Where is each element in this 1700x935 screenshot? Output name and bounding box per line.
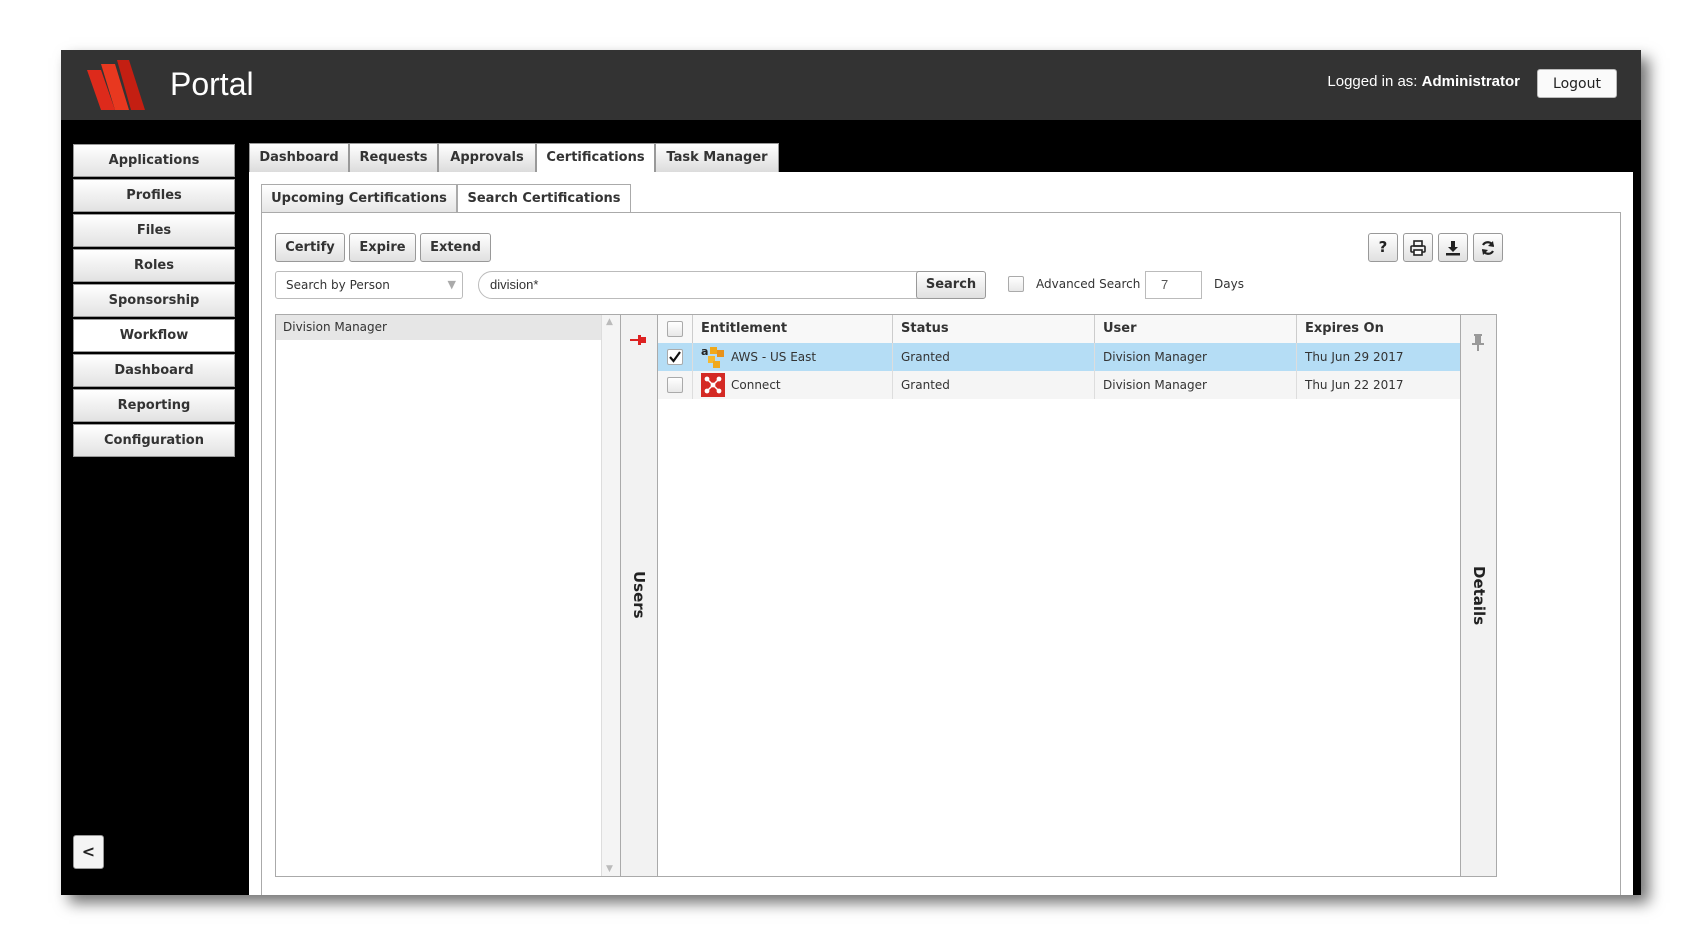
column-header-entitlement[interactable]: Entitlement xyxy=(692,315,892,343)
sidebar-item-roles[interactable]: Roles xyxy=(73,249,235,282)
download-icon[interactable] xyxy=(1438,233,1468,262)
app-window: Portal Logged in as: Administrator Logou… xyxy=(61,50,1641,895)
details-panel-title: Details xyxy=(1470,566,1488,626)
sidebar-item-sponsorship[interactable]: Sponsorship xyxy=(73,284,235,317)
aws-icon: a xyxy=(701,345,724,368)
extend-button[interactable]: Extend xyxy=(420,233,491,262)
tab-requests[interactable]: Requests xyxy=(349,143,438,172)
column-header-status[interactable]: Status xyxy=(892,315,1094,343)
sidebar-item-profiles[interactable]: Profiles xyxy=(73,179,235,212)
grid-header: Entitlement Status User Expires On xyxy=(658,315,1460,344)
main-content: Upcoming Certifications Search Certifica… xyxy=(249,172,1633,895)
connect-icon xyxy=(701,373,725,397)
advanced-search-checkbox[interactable] xyxy=(1008,276,1024,292)
check-icon xyxy=(669,351,681,363)
tab-dashboard[interactable]: Dashboard xyxy=(249,143,349,172)
sidebar-item-configuration[interactable]: Configuration xyxy=(73,424,235,457)
tab-certifications[interactable]: Certifications xyxy=(536,143,655,173)
row-checkbox[interactable] xyxy=(667,377,683,393)
details-panel-strip[interactable]: Details xyxy=(1461,314,1497,877)
chevron-down-icon: ▼ xyxy=(447,278,456,291)
days-input[interactable]: 7 xyxy=(1145,271,1202,299)
app-title: Portal xyxy=(170,66,254,102)
top-header: Portal Logged in as: Administrator Logou… xyxy=(61,50,1641,120)
refresh-glyph xyxy=(1481,240,1495,255)
tab-search-certifications[interactable]: Search Certifications xyxy=(457,184,631,213)
scroll-down-icon[interactable]: ▼ xyxy=(606,864,613,874)
row-select-cell xyxy=(658,343,692,371)
status-cell: Granted xyxy=(892,343,1094,371)
print-glyph xyxy=(1410,239,1426,256)
search-certifications-panel: Certify Expire Extend ? Search by Person… xyxy=(261,212,1621,895)
collapse-sidebar-button[interactable]: < xyxy=(73,835,104,869)
search-mode-value: Search by Person xyxy=(286,278,390,292)
certify-button[interactable]: Certify xyxy=(275,233,345,262)
search-button[interactable]: Search xyxy=(916,271,986,299)
tab-upcoming-certifications[interactable]: Upcoming Certifications xyxy=(261,184,457,212)
list-item[interactable]: Division Manager xyxy=(276,315,602,340)
user-link[interactable]: Division Manager xyxy=(1094,371,1296,399)
sidebar-item-dashboard[interactable]: Dashboard xyxy=(73,354,235,387)
pin-icon[interactable] xyxy=(1470,333,1486,351)
logged-in-user: Administrator xyxy=(1421,73,1520,90)
search-input[interactable]: division* ✖ xyxy=(478,271,960,299)
user-link[interactable]: Division Manager xyxy=(1094,343,1296,371)
column-header-user[interactable]: User xyxy=(1094,315,1296,343)
users-scrollbar[interactable]: ▲ ▼ xyxy=(601,315,620,876)
help-icon[interactable]: ? xyxy=(1368,233,1398,262)
advanced-search-label: Advanced Search xyxy=(1036,277,1141,291)
sidebar: Applications Profiles Files Roles Sponso… xyxy=(73,144,235,459)
select-all-cell xyxy=(658,315,692,343)
refresh-icon[interactable] xyxy=(1473,233,1503,262)
expires-cell: Thu Jun 29 2017 xyxy=(1296,343,1460,371)
column-header-expires[interactable]: Expires On xyxy=(1296,315,1460,343)
expire-button[interactable]: Expire xyxy=(349,233,416,262)
sidebar-item-workflow[interactable]: Workflow xyxy=(73,319,235,352)
entitlement-name: AWS - US East xyxy=(731,350,817,364)
svg-text:a: a xyxy=(701,345,708,358)
row-checkbox[interactable] xyxy=(667,349,683,365)
sidebar-item-reporting[interactable]: Reporting xyxy=(73,389,235,422)
tab-task-manager[interactable]: Task Manager xyxy=(655,143,779,172)
expires-cell: Thu Jun 22 2017 xyxy=(1296,371,1460,399)
entitlement-cell: a AWS - US East xyxy=(692,343,892,371)
portal-logo xyxy=(87,60,145,110)
search-mode-select[interactable]: Search by Person ▼ xyxy=(275,271,463,299)
logout-button[interactable]: Logout xyxy=(1537,69,1617,98)
entitlement-cell: Connect xyxy=(692,371,892,399)
sidebar-item-applications[interactable]: Applications xyxy=(73,144,235,177)
sidebar-item-files[interactable]: Files xyxy=(73,214,235,247)
download-glyph xyxy=(1446,240,1460,255)
select-all-checkbox[interactable] xyxy=(667,321,683,337)
users-panel-title: Users xyxy=(630,571,648,619)
users-list: Division Manager ▲ ▼ xyxy=(275,314,621,877)
certifications-grid: Entitlement Status User Expires On a AWS… xyxy=(657,314,1461,877)
status-cell: Granted xyxy=(892,371,1094,399)
login-prefix: Logged in as: xyxy=(1327,73,1422,90)
search-query: division* xyxy=(490,277,539,292)
row-select-cell xyxy=(658,371,692,399)
pin-icon[interactable] xyxy=(628,331,648,349)
login-status: Logged in as: Administrator xyxy=(1327,72,1520,92)
entitlement-name: Connect xyxy=(731,378,781,392)
scroll-up-icon[interactable]: ▲ xyxy=(606,317,613,327)
table-row[interactable]: Connect Granted Division Manager Thu Jun… xyxy=(658,371,1460,399)
table-row[interactable]: a AWS - US East Granted Division Manager… xyxy=(658,343,1460,371)
users-panel-strip[interactable]: Users xyxy=(621,314,657,877)
tab-approvals[interactable]: Approvals xyxy=(438,143,536,172)
days-label: Days xyxy=(1214,277,1244,291)
print-icon[interactable] xyxy=(1403,233,1433,262)
